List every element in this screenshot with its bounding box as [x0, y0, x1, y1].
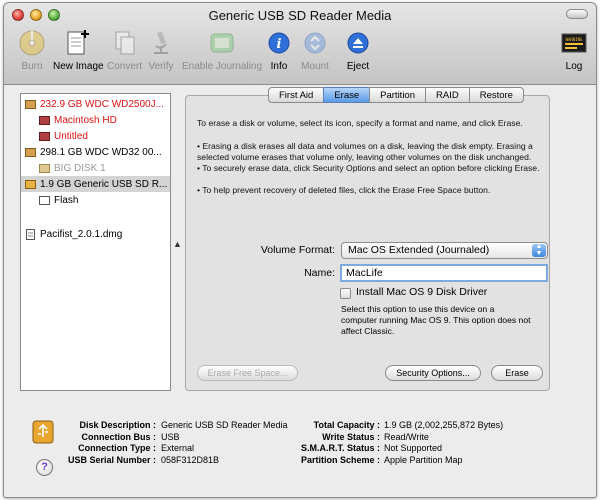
sidebar-item-macintosh-hd[interactable]: Macintosh HD — [21, 112, 170, 128]
popup-arrows-icon: ▲ ▼ — [532, 243, 546, 257]
mount-icon — [301, 29, 329, 57]
disk-description-value: Generic USB SD Reader Media — [161, 420, 288, 430]
eject-button[interactable]: Eject — [344, 29, 372, 72]
disk-utility-window: Generic USB SD Reader Media Burn New Ima… — [3, 2, 597, 498]
disk-info-right-values: 1.9 GB (2,002,255,872 Bytes) Read/Write … — [384, 420, 564, 466]
info-button[interactable]: i Info — [265, 29, 293, 72]
sidebar-item-generic-usb-sd[interactable]: 1.9 GB Generic USB SD R... — [21, 176, 170, 192]
sidebar-item-untitled[interactable]: Untitled — [21, 128, 170, 144]
connection-bus-value: USB — [161, 431, 180, 442]
usb-drive-icon — [32, 420, 54, 447]
erase-bullet-1: • Erasing a disk erases all data and vol… — [197, 141, 533, 162]
volume-icon — [39, 163, 50, 174]
install-os9-driver-label[interactable]: Install Mac OS 9 Disk Driver — [356, 286, 487, 298]
log-icon-text: WARNING — [566, 37, 583, 42]
tab-restore[interactable]: Restore — [468, 87, 524, 103]
volume-format-value: Mac OS Extended (Journaled) — [348, 244, 490, 256]
erase-bullet-2: • To securely erase data, click Security… — [197, 163, 540, 173]
install-os9-driver-checkbox[interactable] — [340, 288, 351, 299]
splitter-caret-icon[interactable]: ▲ — [173, 239, 182, 249]
verify-button[interactable]: Verify — [147, 29, 175, 72]
eject-icon — [344, 29, 372, 57]
help-button[interactable]: ? — [36, 459, 53, 476]
enable-journaling-button[interactable]: Enable Journaling — [182, 29, 262, 72]
new-image-button[interactable]: New Image — [53, 29, 104, 72]
disk-info-left-keys: Disk Description : Connection Bus : Conn… — [60, 420, 156, 466]
volume-icon — [39, 115, 50, 126]
toolbar-toggle-button[interactable] — [566, 9, 588, 19]
name-label: Name: — [304, 267, 335, 279]
disk-description-key: Disk Description : — [79, 420, 156, 430]
journaling-icon — [208, 29, 236, 57]
sidebar-item-disk-wdc-3200[interactable]: 298.1 GB WDC WD32 00... — [21, 144, 170, 160]
new-image-icon — [64, 29, 92, 57]
security-options-button[interactable]: Security Options... — [385, 365, 481, 381]
usb-serial-value: 058F312D81B — [161, 454, 220, 465]
erase-intro-text: To erase a disk or volume, select its ic… — [197, 118, 523, 128]
convert-button[interactable]: Convert — [107, 29, 142, 72]
erase-free-space-button[interactable]: Erase Free Space... — [197, 365, 298, 381]
disk-info-right-keys: Total Capacity : Write Status : S.M.A.R.… — [282, 420, 380, 466]
write-status-value: Read/Write — [384, 431, 429, 442]
tab-erase[interactable]: Erase — [323, 87, 371, 103]
mount-button[interactable]: Mount — [301, 29, 329, 72]
disk-info-left-values: Generic USB SD Reader Media USB External… — [161, 420, 301, 466]
microscope-icon — [147, 29, 175, 57]
burn-disc-icon — [18, 29, 46, 57]
tab-bar: First Aid Erase Partition RAID Restore — [268, 87, 524, 103]
volume-name-input[interactable] — [340, 264, 548, 282]
volume-format-label: Volume Format: — [260, 244, 335, 256]
connection-type-key: Connection Type : — [78, 443, 156, 453]
partition-scheme-key: Partition Scheme : — [300, 454, 380, 465]
blank-volume-icon — [39, 195, 50, 206]
sidebar-item-flash[interactable]: Flash — [21, 192, 170, 208]
log-button[interactable]: WARNING Log — [560, 29, 588, 72]
sidebar-item-pacifist-dmg[interactable]: Pacifist_2.0.1.dmg — [21, 226, 170, 242]
erase-bullet-3: • To help prevent recovery of deleted fi… — [197, 185, 491, 195]
usb-disk-icon — [25, 179, 36, 190]
write-status-key: Write Status : — [322, 431, 380, 442]
svg-text:i: i — [277, 37, 282, 52]
info-icon: i — [265, 29, 293, 57]
sidebar-item-disk-wdc-2500[interactable]: 232.9 GB WDC WD2500J... — [21, 96, 170, 112]
connection-type-value: External — [161, 443, 195, 453]
disk-image-icon — [25, 228, 36, 240]
convert-icon — [111, 29, 139, 57]
hard-disk-icon — [25, 99, 36, 110]
partition-scheme-value: Apple Partition Map — [384, 454, 463, 465]
volume-format-select[interactable]: Mac OS Extended (Journaled) ▲ ▼ — [341, 242, 548, 259]
hard-disk-icon — [25, 147, 36, 158]
total-capacity-key: Total Capacity : — [313, 420, 380, 430]
os9-driver-note: Select this option to use this device on… — [341, 304, 531, 336]
connection-bus-key: Connection Bus : — [81, 431, 157, 442]
sidebar-item-big-disk-1[interactable]: BIG DISK 1 — [21, 160, 170, 176]
tab-first-aid[interactable]: First Aid — [268, 87, 325, 103]
burn-button[interactable]: Burn — [18, 29, 46, 72]
smart-status-key: S.M.A.R.T. Status : — [300, 443, 380, 453]
total-capacity-value: 1.9 GB (2,002,255,872 Bytes) — [384, 420, 504, 430]
tab-raid[interactable]: RAID — [425, 87, 470, 103]
toolbar: Generic USB SD Reader Media Burn New Ima… — [4, 3, 596, 85]
window-title: Generic USB SD Reader Media — [208, 8, 392, 23]
console-log-icon: WARNING — [560, 29, 588, 57]
tab-partition[interactable]: Partition — [369, 87, 426, 103]
disk-list[interactable]: 232.9 GB WDC WD2500J... Macintosh HD Unt… — [20, 93, 171, 391]
smart-status-value: Not Supported — [384, 443, 443, 453]
usb-serial-key: USB Serial Number : — [67, 454, 156, 465]
erase-button[interactable]: Erase — [491, 365, 543, 381]
volume-icon — [39, 131, 50, 142]
